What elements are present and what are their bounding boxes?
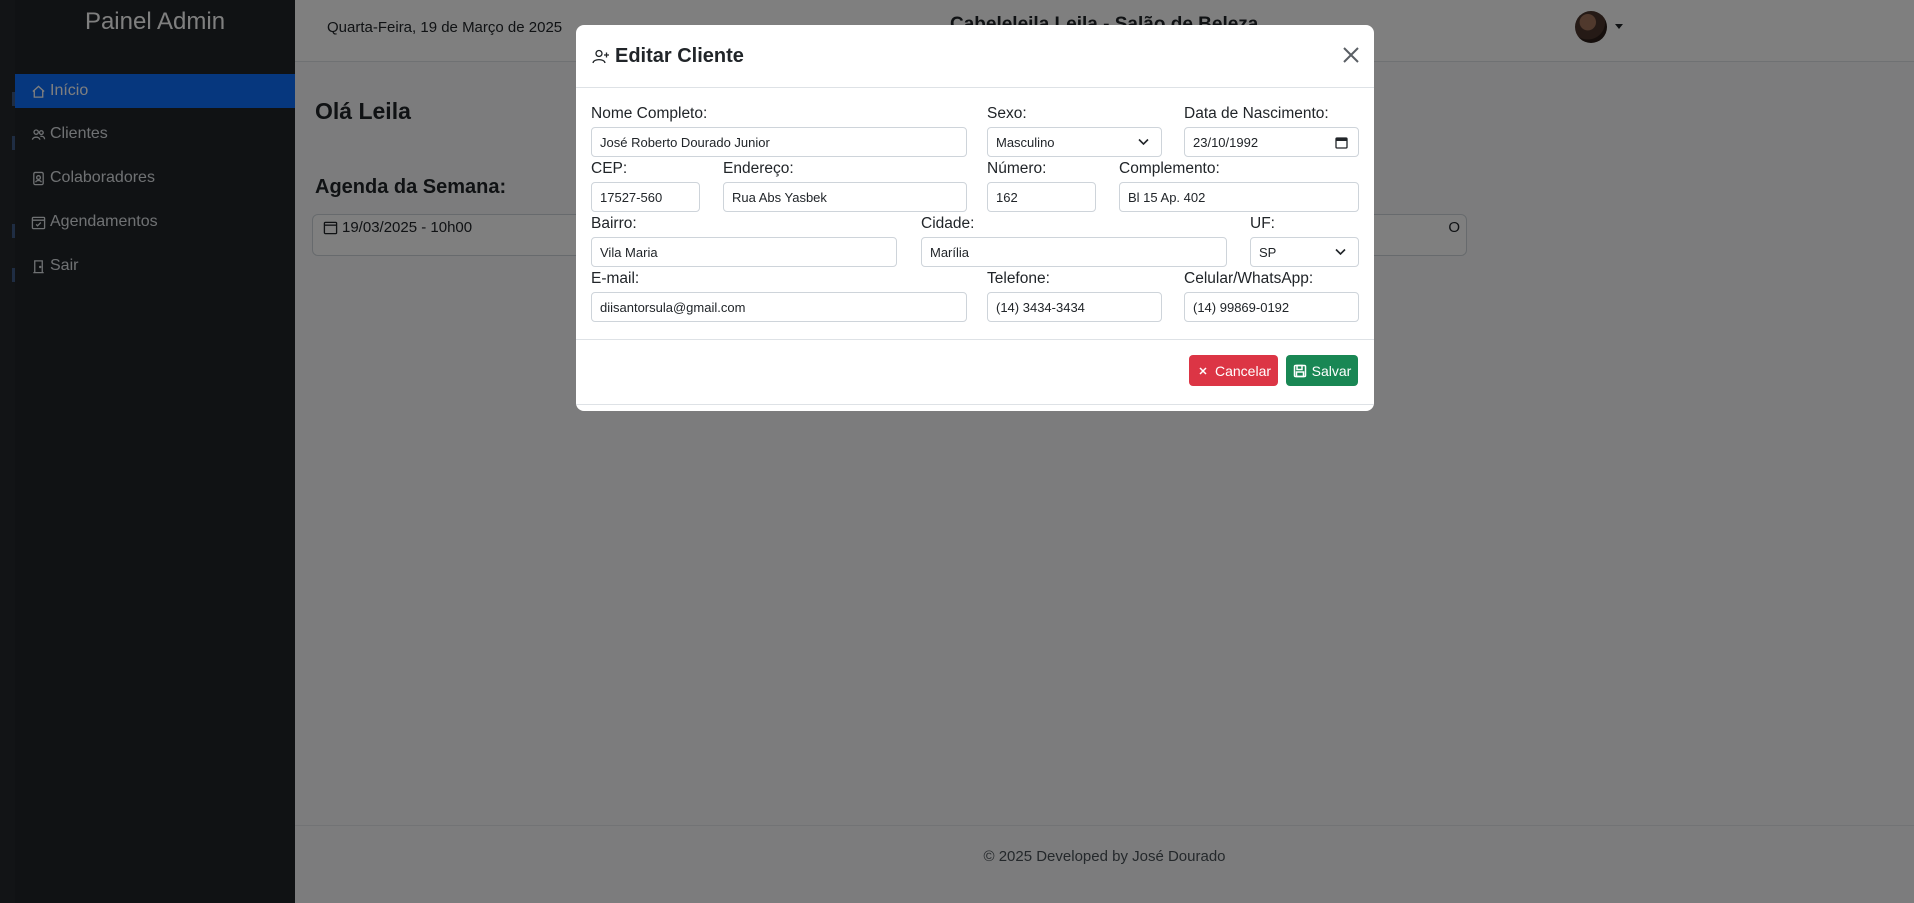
- numero-label: Número:: [987, 160, 1047, 177]
- complemento-field-group: Complemento: Bl 15 Ap. 402: [1119, 160, 1359, 212]
- cidade-label: Cidade:: [921, 215, 975, 232]
- x-icon: [1196, 364, 1210, 378]
- cidade-input[interactable]: Marília: [921, 237, 1227, 267]
- uf-value: SP: [1259, 244, 1277, 260]
- person-plus-icon: [592, 49, 609, 63]
- modal-title: Editar Cliente: [591, 45, 744, 68]
- numero-input[interactable]: 162: [987, 182, 1096, 212]
- sexo-value: Masculino: [996, 134, 1055, 150]
- modal-footer: Cancelar Salvar: [576, 339, 1374, 411]
- chevron-down-icon: [1335, 248, 1346, 256]
- cep-field-group: CEP: 17527-560: [591, 160, 700, 212]
- endereco-label: Endereço:: [723, 160, 794, 177]
- sexo-field-group: Sexo: Masculino: [987, 105, 1162, 157]
- numero-field-group: Número: 162: [987, 160, 1096, 212]
- cep-label: CEP:: [591, 160, 628, 177]
- celular-field-group: Celular/WhatsApp: (14) 99869-0192: [1184, 270, 1359, 322]
- close-icon: [1343, 47, 1359, 63]
- modal-header: Editar Cliente: [576, 25, 1374, 88]
- cidade-field-group: Cidade: Marília: [921, 215, 1227, 267]
- celular-label: Celular/WhatsApp:: [1184, 270, 1314, 287]
- uf-field-group: UF: SP: [1250, 215, 1359, 267]
- nascimento-field-group: Data de Nascimento: 23/10/1992: [1184, 105, 1359, 157]
- nascimento-value: 23/10/1992: [1193, 134, 1259, 150]
- bairro-input[interactable]: Vila Maria: [591, 237, 897, 267]
- telefone-input[interactable]: (14) 3434-3434: [987, 292, 1162, 322]
- telefone-field-group: Telefone: (14) 3434-3434: [987, 270, 1162, 322]
- divider: [576, 404, 1374, 405]
- bairro-field-group: Bairro: Vila Maria: [591, 215, 897, 267]
- sexo-select[interactable]: Masculino: [987, 127, 1162, 157]
- cancel-button-label: Cancelar: [1214, 362, 1272, 379]
- edit-client-modal: Editar Cliente Nome Completo: José Rober…: [576, 25, 1374, 411]
- modal-title-text: Editar Cliente: [615, 45, 744, 67]
- nome-input[interactable]: José Roberto Dourado Junior: [591, 127, 967, 157]
- close-button[interactable]: [1340, 44, 1362, 66]
- nascimento-label: Data de Nascimento:: [1184, 105, 1329, 122]
- nascimento-input[interactable]: 23/10/1992: [1184, 127, 1359, 157]
- sexo-label: Sexo:: [987, 105, 1027, 122]
- save-button-label: Salvar: [1311, 362, 1352, 379]
- chevron-down-icon: [1138, 138, 1149, 146]
- endereco-input[interactable]: Rua Abs Yasbek: [723, 182, 967, 212]
- endereco-field-group: Endereço: Rua Abs Yasbek: [723, 160, 967, 212]
- email-label: E-mail:: [591, 270, 640, 287]
- complemento-input[interactable]: Bl 15 Ap. 402: [1119, 182, 1359, 212]
- calendar-icon[interactable]: [1335, 136, 1348, 149]
- save-button[interactable]: Salvar: [1286, 355, 1358, 386]
- telefone-label: Telefone:: [987, 270, 1050, 287]
- complemento-label: Complemento:: [1119, 160, 1220, 177]
- cep-input[interactable]: 17527-560: [591, 182, 700, 212]
- nome-field-group: Nome Completo: José Roberto Dourado Juni…: [591, 105, 967, 157]
- cancel-button[interactable]: Cancelar: [1189, 355, 1278, 386]
- nome-label: Nome Completo:: [591, 105, 708, 122]
- email-field-group: E-mail: diisantorsula@gmail.com: [591, 270, 967, 322]
- floppy-disk-icon: [1293, 364, 1307, 378]
- uf-label: UF:: [1250, 215, 1275, 232]
- bairro-label: Bairro:: [591, 215, 637, 232]
- celular-input[interactable]: (14) 99869-0192: [1184, 292, 1359, 322]
- uf-select[interactable]: SP: [1250, 237, 1359, 267]
- email-input[interactable]: diisantorsula@gmail.com: [591, 292, 967, 322]
